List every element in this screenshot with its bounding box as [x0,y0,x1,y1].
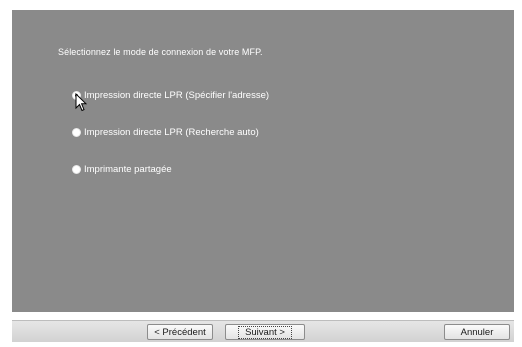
option-lpr-auto-search[interactable]: Impression directe LPR (Recherche auto) [72,125,259,139]
cancel-button[interactable]: Annuler [444,324,510,340]
connection-mode-prompt: Sélectionnez le mode de connexion de vot… [58,47,263,57]
back-button[interactable]: < Précédent [147,324,213,340]
cancel-button-label: Annuler [460,326,494,338]
option-lpr-specify-address[interactable]: Impression directe LPR (Spécifier l'adre… [72,88,269,102]
option-label: Impression directe LPR (Spécifier l'adre… [84,89,270,101]
option-shared-printer[interactable]: Imprimante partagée [72,162,172,176]
radio-button[interactable] [72,127,81,137]
option-label: Imprimante partagée [84,163,172,175]
radio-button[interactable] [72,164,81,174]
next-button[interactable]: Suivant > [225,324,305,340]
option-label: Impression directe LPR (Recherche auto) [84,126,259,138]
next-button-label: Suivant > [238,325,292,339]
mouse-pointer-icon [75,93,87,112]
back-button-label: < Précédent [154,326,206,338]
